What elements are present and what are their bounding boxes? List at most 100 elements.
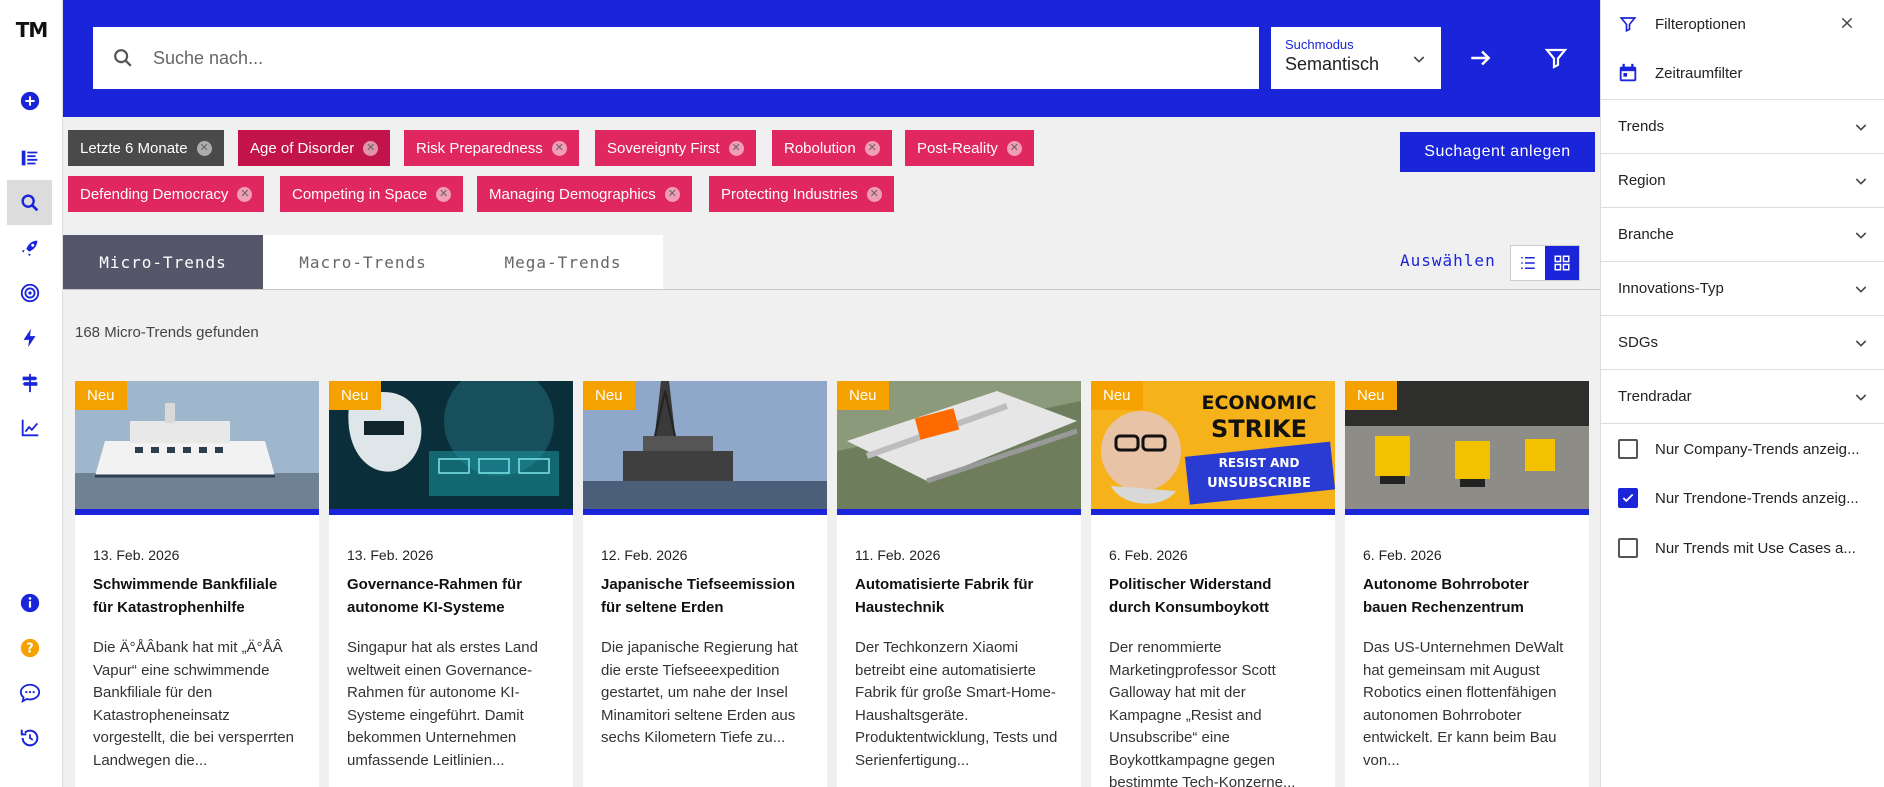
- submit-search-button[interactable]: [1463, 40, 1499, 76]
- chevron-down-icon: [1853, 227, 1869, 247]
- filter-panel: Filteroptionen Zeitraumfilter Trends Reg…: [1600, 0, 1884, 787]
- remove-chip-icon[interactable]: ✕: [864, 140, 880, 156]
- remove-chip-icon[interactable]: ✕: [551, 140, 567, 156]
- checkbox-row[interactable]: Nur Company-Trends anzeig...: [1601, 435, 1884, 463]
- checkbox-row[interactable]: Nur Trends mit Use Cases a...: [1601, 534, 1884, 562]
- card-accent-bar: [837, 509, 1081, 515]
- card-image: Neu: [75, 381, 319, 509]
- filter-chip[interactable]: Defending Democracy ✕: [68, 176, 265, 212]
- filter-chip[interactable]: Letzte 6 Monate ✕: [68, 130, 224, 166]
- lightning-icon[interactable]: [7, 315, 52, 360]
- tab-mega-trends[interactable]: Mega-Trends: [463, 235, 663, 289]
- card-accent-bar: [1345, 509, 1589, 515]
- chart-icon[interactable]: [7, 405, 52, 450]
- filter-chip[interactable]: Post-Reality ✕: [905, 130, 1034, 166]
- remove-chip-icon[interactable]: ✕: [1006, 140, 1022, 156]
- help-icon[interactable]: ?: [7, 625, 52, 670]
- filter-chip[interactable]: Protecting Industries ✕: [709, 176, 894, 212]
- chevron-down-icon: [1853, 335, 1869, 355]
- new-badge: Neu: [329, 381, 381, 410]
- trend-card[interactable]: ECONOMIC STRIKE RESIST AND UNSUBSCRIBE N…: [1091, 381, 1335, 787]
- search-header: Suchmodus Semantisch: [63, 0, 1600, 117]
- filter-section-innovation-type[interactable]: Innovations-Typ: [1601, 262, 1884, 316]
- image-text-unsubscribe: UNSUBSCRIBE: [1207, 476, 1311, 491]
- image-text-strike: STRIKE: [1211, 415, 1307, 443]
- trend-card[interactable]: Neu 12. Feb. 2026 Japanische Tiefseemiss…: [583, 381, 827, 787]
- remove-chip-icon[interactable]: ✕: [728, 140, 744, 156]
- close-icon[interactable]: [1839, 15, 1855, 35]
- rocket-icon[interactable]: [7, 225, 52, 270]
- select-link[interactable]: Auswählen: [1400, 251, 1496, 270]
- search-box[interactable]: [93, 27, 1259, 89]
- filter-chip[interactable]: Sovereignty First ✕: [595, 130, 756, 166]
- section-label: Trendradar: [1618, 388, 1692, 405]
- add-icon[interactable]: [7, 78, 52, 123]
- card-title: Autonome Bohrroboter bauen Rechenzentrum: [1363, 576, 1529, 616]
- card-date: 13. Feb. 2026: [93, 547, 180, 563]
- app-logo[interactable]: TM: [0, 18, 63, 42]
- card-description: Das US-Unternehmen DeWalt hat gemeinsam …: [1363, 639, 1564, 769]
- trend-card[interactable]: Neu 11. Feb. 2026 Automatisierte Fabrik …: [837, 381, 1081, 787]
- create-search-agent-button[interactable]: Suchagent anlegen: [1400, 132, 1595, 172]
- chevron-down-icon: [1853, 281, 1869, 301]
- search-nav-icon[interactable]: [7, 180, 52, 225]
- company-trends-checkbox[interactable]: [1618, 439, 1638, 459]
- tab-macro-trends[interactable]: Macro-Trends: [263, 235, 463, 289]
- chip-label: Sovereignty First: [607, 139, 720, 157]
- search-mode-select[interactable]: Suchmodus Semantisch: [1271, 27, 1441, 89]
- time-filter-row[interactable]: Zeitraumfilter: [1601, 58, 1884, 88]
- card-date: 12. Feb. 2026: [601, 547, 688, 563]
- info-icon[interactable]: [7, 580, 52, 625]
- filter-icon: [1544, 48, 1568, 69]
- remove-chip-icon[interactable]: ✕: [196, 140, 212, 156]
- section-label: Trends: [1618, 118, 1665, 135]
- card-title: Politischer Widerstand durch Konsumboyko…: [1109, 576, 1272, 616]
- chip-label: Risk Preparedness: [416, 139, 543, 157]
- remove-chip-icon[interactable]: ✕: [237, 186, 253, 202]
- filter-section-trends[interactable]: Trends: [1601, 100, 1884, 154]
- remove-chip-icon[interactable]: ✕: [436, 186, 452, 202]
- time-filter-label: Zeitraumfilter: [1655, 64, 1743, 82]
- remove-chip-icon[interactable]: ✕: [363, 140, 379, 156]
- grid-view-button[interactable]: [1545, 246, 1579, 280]
- filter-section-region[interactable]: Region: [1601, 154, 1884, 208]
- card-image: Neu: [1345, 381, 1589, 509]
- filter-chip[interactable]: Age of Disorder ✕: [238, 130, 391, 166]
- search-input[interactable]: [153, 47, 1233, 69]
- target-icon[interactable]: [7, 270, 52, 315]
- list-view-button[interactable]: [1511, 246, 1545, 280]
- card-description: Die japanische Regierung hat die erste T…: [601, 639, 798, 746]
- card-title: Governance-Rahmen für autonome KI-System…: [347, 576, 523, 616]
- trend-card[interactable]: Neu 13. Feb. 2026 Governance-Rahmen für …: [329, 381, 573, 787]
- checkbox-row[interactable]: Nur Trendone-Trends anzeig...: [1601, 484, 1884, 512]
- list-icon[interactable]: [7, 135, 52, 180]
- tab-micro-trends[interactable]: Micro-Trends: [63, 235, 263, 289]
- card-description: Der Techkonzern Xiaomi betreibt eine aut…: [855, 639, 1058, 769]
- trend-card[interactable]: Neu 6. Feb. 2026 Autonome Bohrroboter ba…: [1345, 381, 1589, 787]
- chip-label: Letzte 6 Monate: [80, 139, 188, 157]
- chip-label: Defending Democracy: [80, 185, 229, 203]
- left-rail: TM ?: [0, 0, 63, 787]
- filter-chip[interactable]: Robolution ✕: [772, 130, 892, 166]
- history-icon[interactable]: [7, 715, 52, 760]
- use-cases-checkbox[interactable]: [1618, 538, 1638, 558]
- signpost-icon[interactable]: [7, 360, 52, 405]
- filter-chip[interactable]: Competing in Space ✕: [280, 176, 464, 212]
- filter-toggle-button[interactable]: [1538, 40, 1574, 76]
- card-accent-bar: [329, 509, 573, 515]
- filter-chip[interactable]: Risk Preparedness ✕: [404, 130, 579, 166]
- remove-chip-icon[interactable]: ✕: [664, 186, 680, 202]
- checkmark-icon: [1622, 493, 1634, 503]
- filter-section-trendradar[interactable]: Trendradar: [1601, 370, 1884, 424]
- new-badge: Neu: [1345, 381, 1397, 410]
- chat-icon[interactable]: [7, 670, 52, 715]
- card-accent-bar: [1091, 509, 1335, 515]
- filter-section-branche[interactable]: Branche: [1601, 208, 1884, 262]
- card-title: Automatisierte Fabrik für Haustechnik: [855, 576, 1034, 616]
- filter-chip[interactable]: Managing Demographics ✕: [477, 176, 692, 212]
- trend-card[interactable]: Neu 13. Feb. 2026 Schwimmende Bankfilial…: [75, 381, 319, 787]
- filter-section-sdgs[interactable]: SDGs: [1601, 316, 1884, 370]
- trendone-trends-checkbox[interactable]: [1618, 488, 1638, 508]
- remove-chip-icon[interactable]: ✕: [866, 186, 882, 202]
- chip-label: Post-Reality: [917, 139, 998, 157]
